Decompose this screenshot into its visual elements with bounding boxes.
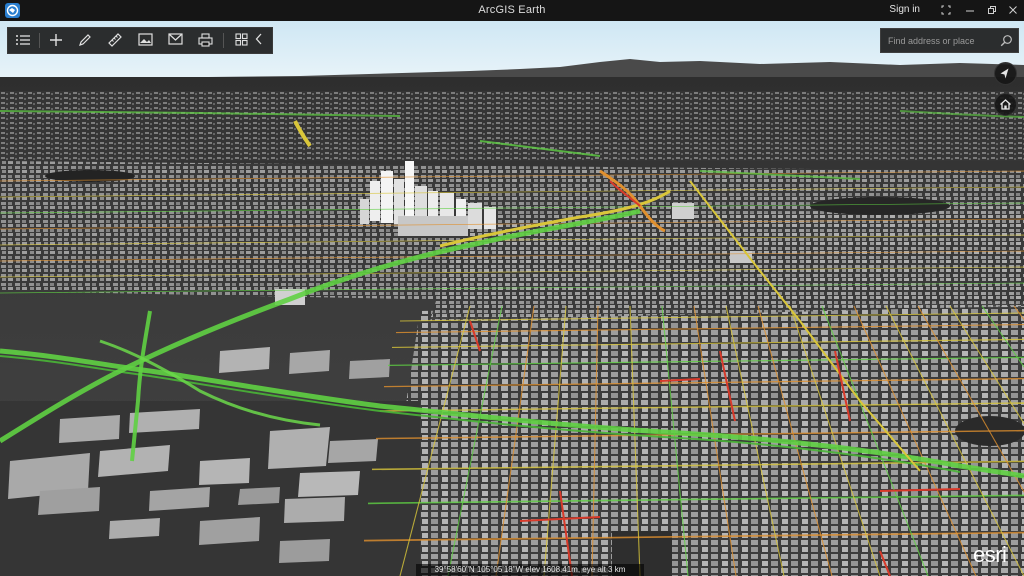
residential-grid-far	[430, 206, 1024, 321]
scene-canvas[interactable]	[0, 21, 1024, 576]
search-box	[880, 28, 1019, 53]
add-data-icon[interactable]	[41, 28, 71, 53]
home-icon[interactable]	[994, 93, 1017, 116]
image-icon[interactable]	[130, 28, 160, 53]
draw-icon[interactable]	[70, 28, 100, 53]
mail-icon[interactable]	[160, 28, 190, 53]
fullscreen-icon[interactable]	[936, 2, 956, 19]
print-icon[interactable]	[190, 28, 220, 53]
measure-icon[interactable]	[100, 28, 130, 53]
search-icon[interactable]	[1000, 34, 1013, 47]
sign-in-link[interactable]: Sign in	[889, 4, 920, 15]
esri-logo: esri	[973, 542, 1007, 567]
compass-icon[interactable]	[994, 62, 1017, 85]
restore-icon[interactable]	[982, 2, 1002, 19]
close-icon[interactable]	[1003, 2, 1023, 19]
main-toolbar	[7, 27, 273, 54]
toolbar-divider	[39, 33, 40, 48]
arcgis-earth-window: ArcGIS Earth Sign in Find address or pla…	[0, 0, 1024, 576]
far-city-blocks	[0, 91, 1024, 161]
window-title: ArcGIS Earth	[478, 4, 546, 16]
toolbar-divider	[223, 33, 224, 48]
dark-patch	[810, 197, 950, 215]
minimize-icon[interactable]	[960, 2, 980, 19]
coordinate-readout: 39°58'60"N 105°05'18"W elev 1608.41m, ey…	[416, 564, 644, 576]
title-bar: ArcGIS Earth Sign in	[0, 0, 1024, 21]
search-input[interactable]	[881, 29, 999, 52]
layers-list-icon[interactable]	[8, 28, 38, 53]
collapse-chevron-icon[interactable]	[248, 28, 270, 53]
map-scene[interactable]	[0, 21, 1024, 576]
